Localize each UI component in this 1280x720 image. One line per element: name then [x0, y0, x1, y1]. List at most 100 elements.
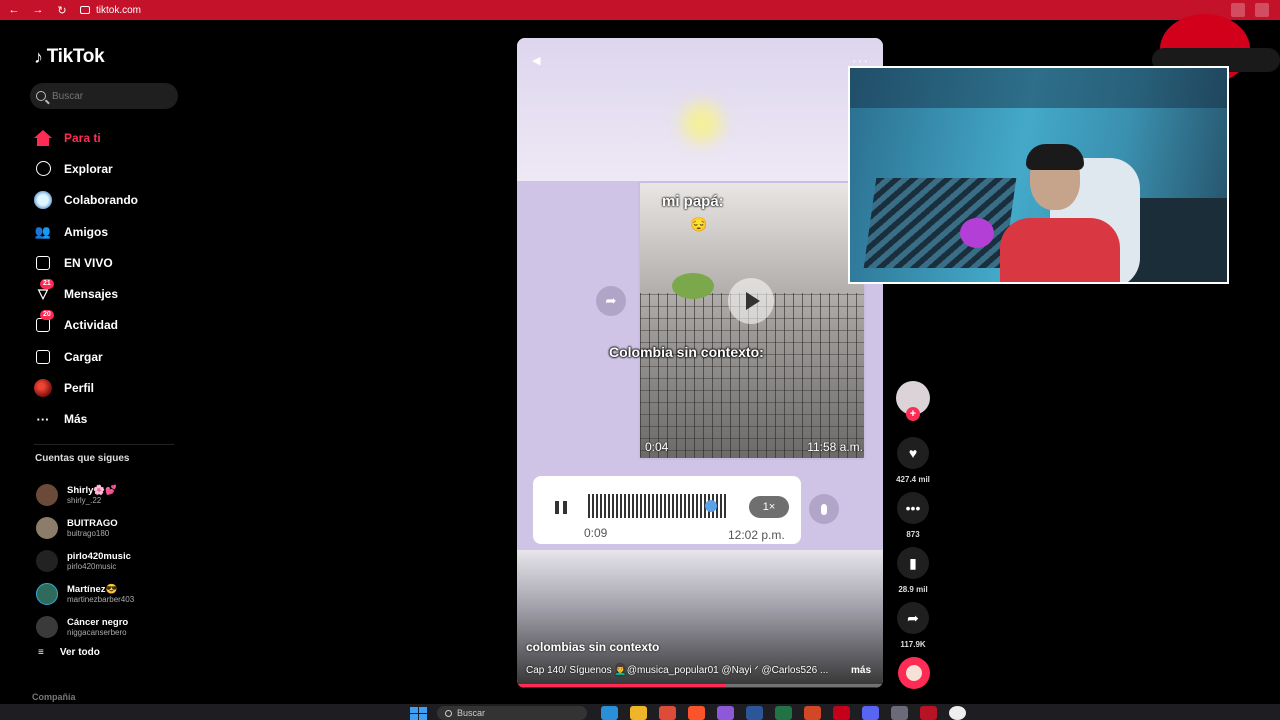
nav-item-explorar[interactable]: Explorar [34, 153, 138, 184]
more-icon: ··· [36, 411, 50, 427]
following-account[interactable]: Martínez😎 martinezbarber403 [36, 577, 134, 610]
following-list: Shirly🌸💕 shirly_.22 BUITRAGO buitrago180 p… [36, 478, 134, 643]
comment-icon[interactable]: ••• [897, 492, 929, 524]
creator-avatar[interactable]: + [896, 381, 930, 421]
video-progress[interactable] [517, 684, 883, 687]
nav-item-amigos[interactable]: 👥 Amigos [34, 216, 138, 247]
save-action[interactable]: ▮ 28.9 mil [895, 547, 931, 594]
edge-icon[interactable] [601, 706, 618, 720]
following-account[interactable]: pirlo420music pirlo420music [36, 544, 134, 577]
reload-icon[interactable]: ↻ [52, 0, 72, 20]
obs-icon[interactable] [949, 706, 966, 720]
video-player[interactable]: ◀ ··· mi papá: 😔 ➦ Colombia sin contexto… [517, 38, 883, 688]
back-icon[interactable]: ← [4, 0, 24, 20]
activity-badge: 20 [40, 310, 54, 321]
nav-item-cargar[interactable]: Cargar [34, 341, 138, 372]
following-account[interactable]: Shirly🌸💕 shirly_.22 [36, 478, 134, 511]
opera-icon[interactable] [833, 706, 850, 720]
compass-icon [34, 160, 52, 178]
following-account[interactable]: BUITRAGO buitrago180 [36, 511, 134, 544]
webcam-bed [863, 178, 1017, 268]
waveform-scrubber[interactable] [705, 500, 717, 512]
nav-item-para-ti[interactable]: Para ti [34, 122, 138, 153]
account-username: buitrago180 [67, 528, 110, 538]
site-settings-icon[interactable] [80, 6, 90, 14]
forward-message-icon[interactable]: ➦ [596, 286, 626, 316]
see-all-link[interactable]: ≡ Ver todo [38, 647, 100, 658]
url-text: tiktok.com [96, 4, 142, 16]
webcam-shelf [850, 68, 1227, 108]
video-author[interactable]: colombias sin contexto [526, 640, 659, 654]
sidebar: ♪ TikTok Para ti Explorar Colaborando 👥 … [0, 28, 190, 708]
address-bar[interactable]: tiktok.com [80, 5, 141, 16]
list-icon: ≡ [38, 647, 44, 658]
pause-icon[interactable] [555, 501, 567, 514]
video-top-blurred [517, 38, 883, 183]
messages-icon: ▽ 21 [34, 279, 54, 303]
settings-icon[interactable] [891, 706, 908, 720]
caption-emoji: 😔 [690, 216, 708, 232]
avatar [36, 516, 58, 539]
nav-label: Más [64, 412, 88, 427]
account-name: Shirly🌸💕 [67, 484, 118, 496]
account-username: shirly_.22 [67, 495, 102, 505]
folder-icon[interactable] [630, 706, 647, 720]
word-icon[interactable] [746, 706, 763, 720]
translate-icon[interactable] [1231, 3, 1245, 17]
account-username: niggacanserbero [67, 627, 127, 637]
see-more-link[interactable]: más [851, 665, 871, 676]
audio-duration: 0:09 [584, 526, 608, 540]
volume-icon[interactable]: ◀ [532, 54, 545, 67]
logo-text: TikTok [46, 46, 105, 67]
company-link[interactable]: Compañía [32, 692, 76, 702]
webcam-overlay [848, 66, 1229, 284]
tiktok-logo[interactable]: ♪ TikTok [34, 46, 105, 68]
brave-icon[interactable] [688, 706, 705, 720]
excel-icon[interactable] [775, 706, 792, 720]
save-count: 28.9 mil [898, 585, 928, 594]
photo-meta: 0:04 11:58 a.m. [645, 440, 863, 454]
following-title: Cuentas que sigues [35, 453, 130, 464]
video-progress-fill [517, 684, 726, 687]
windows-taskbar: Buscar [0, 704, 1280, 720]
share-action[interactable]: ➦ 117.9K [895, 602, 931, 649]
search-bar[interactable] [30, 83, 178, 109]
sound-disc[interactable] [898, 657, 930, 689]
nav-item-mensajes[interactable]: ▽ 21 Mensajes [34, 278, 138, 309]
nav-item-actividad[interactable]: 20 Actividad [34, 310, 138, 341]
extension-icon[interactable] [1255, 3, 1269, 17]
nav-item-mas[interactable]: ··· Más [34, 404, 138, 435]
taskbar-search[interactable]: Buscar [437, 706, 587, 720]
app-icon[interactable] [920, 706, 937, 720]
forward-icon[interactable]: → [28, 0, 48, 20]
firefox-icon[interactable] [717, 706, 734, 720]
account-username: pirlo420music [67, 561, 117, 571]
nav-label: Actividad [64, 318, 119, 333]
bookmark-icon[interactable]: ▮ [897, 547, 929, 579]
chrome-icon[interactable] [659, 706, 676, 720]
avatar [36, 582, 58, 605]
nav-label: Cargar [64, 349, 103, 364]
comment-action[interactable]: ••• 873 [895, 492, 931, 539]
nav-item-colaborando[interactable]: Colaborando [34, 185, 138, 216]
audio-timestamp: 12:02 p.m. [728, 528, 785, 542]
account-name: Cáncer negro [67, 616, 129, 628]
nav-item-en-vivo[interactable]: EN VIVO [34, 247, 138, 278]
search-input[interactable] [52, 90, 172, 102]
see-all-label: Ver todo [59, 647, 100, 658]
playback-speed-button[interactable]: 1× [749, 496, 789, 518]
nav-item-perfil[interactable]: Perfil [34, 372, 138, 403]
caption-mid: Colombia sin contexto: [609, 344, 764, 360]
search-icon[interactable] [36, 91, 46, 101]
windows-start-icon[interactable] [410, 707, 427, 720]
follow-plus-icon[interactable]: + [906, 407, 920, 421]
discord-icon[interactable] [862, 706, 879, 720]
media-timestamp: 11:58 a.m. [807, 440, 863, 454]
taskbar-search-label: Buscar [457, 708, 486, 718]
play-icon[interactable] [728, 278, 774, 324]
following-account[interactable]: Cáncer negro niggacanserbero [36, 610, 134, 643]
heart-icon[interactable]: ♥ [897, 437, 929, 469]
like-action[interactable]: ♥ 427.4 mil [895, 437, 931, 484]
powerpoint-icon[interactable] [804, 706, 821, 720]
share-icon[interactable]: ➦ [897, 602, 929, 634]
